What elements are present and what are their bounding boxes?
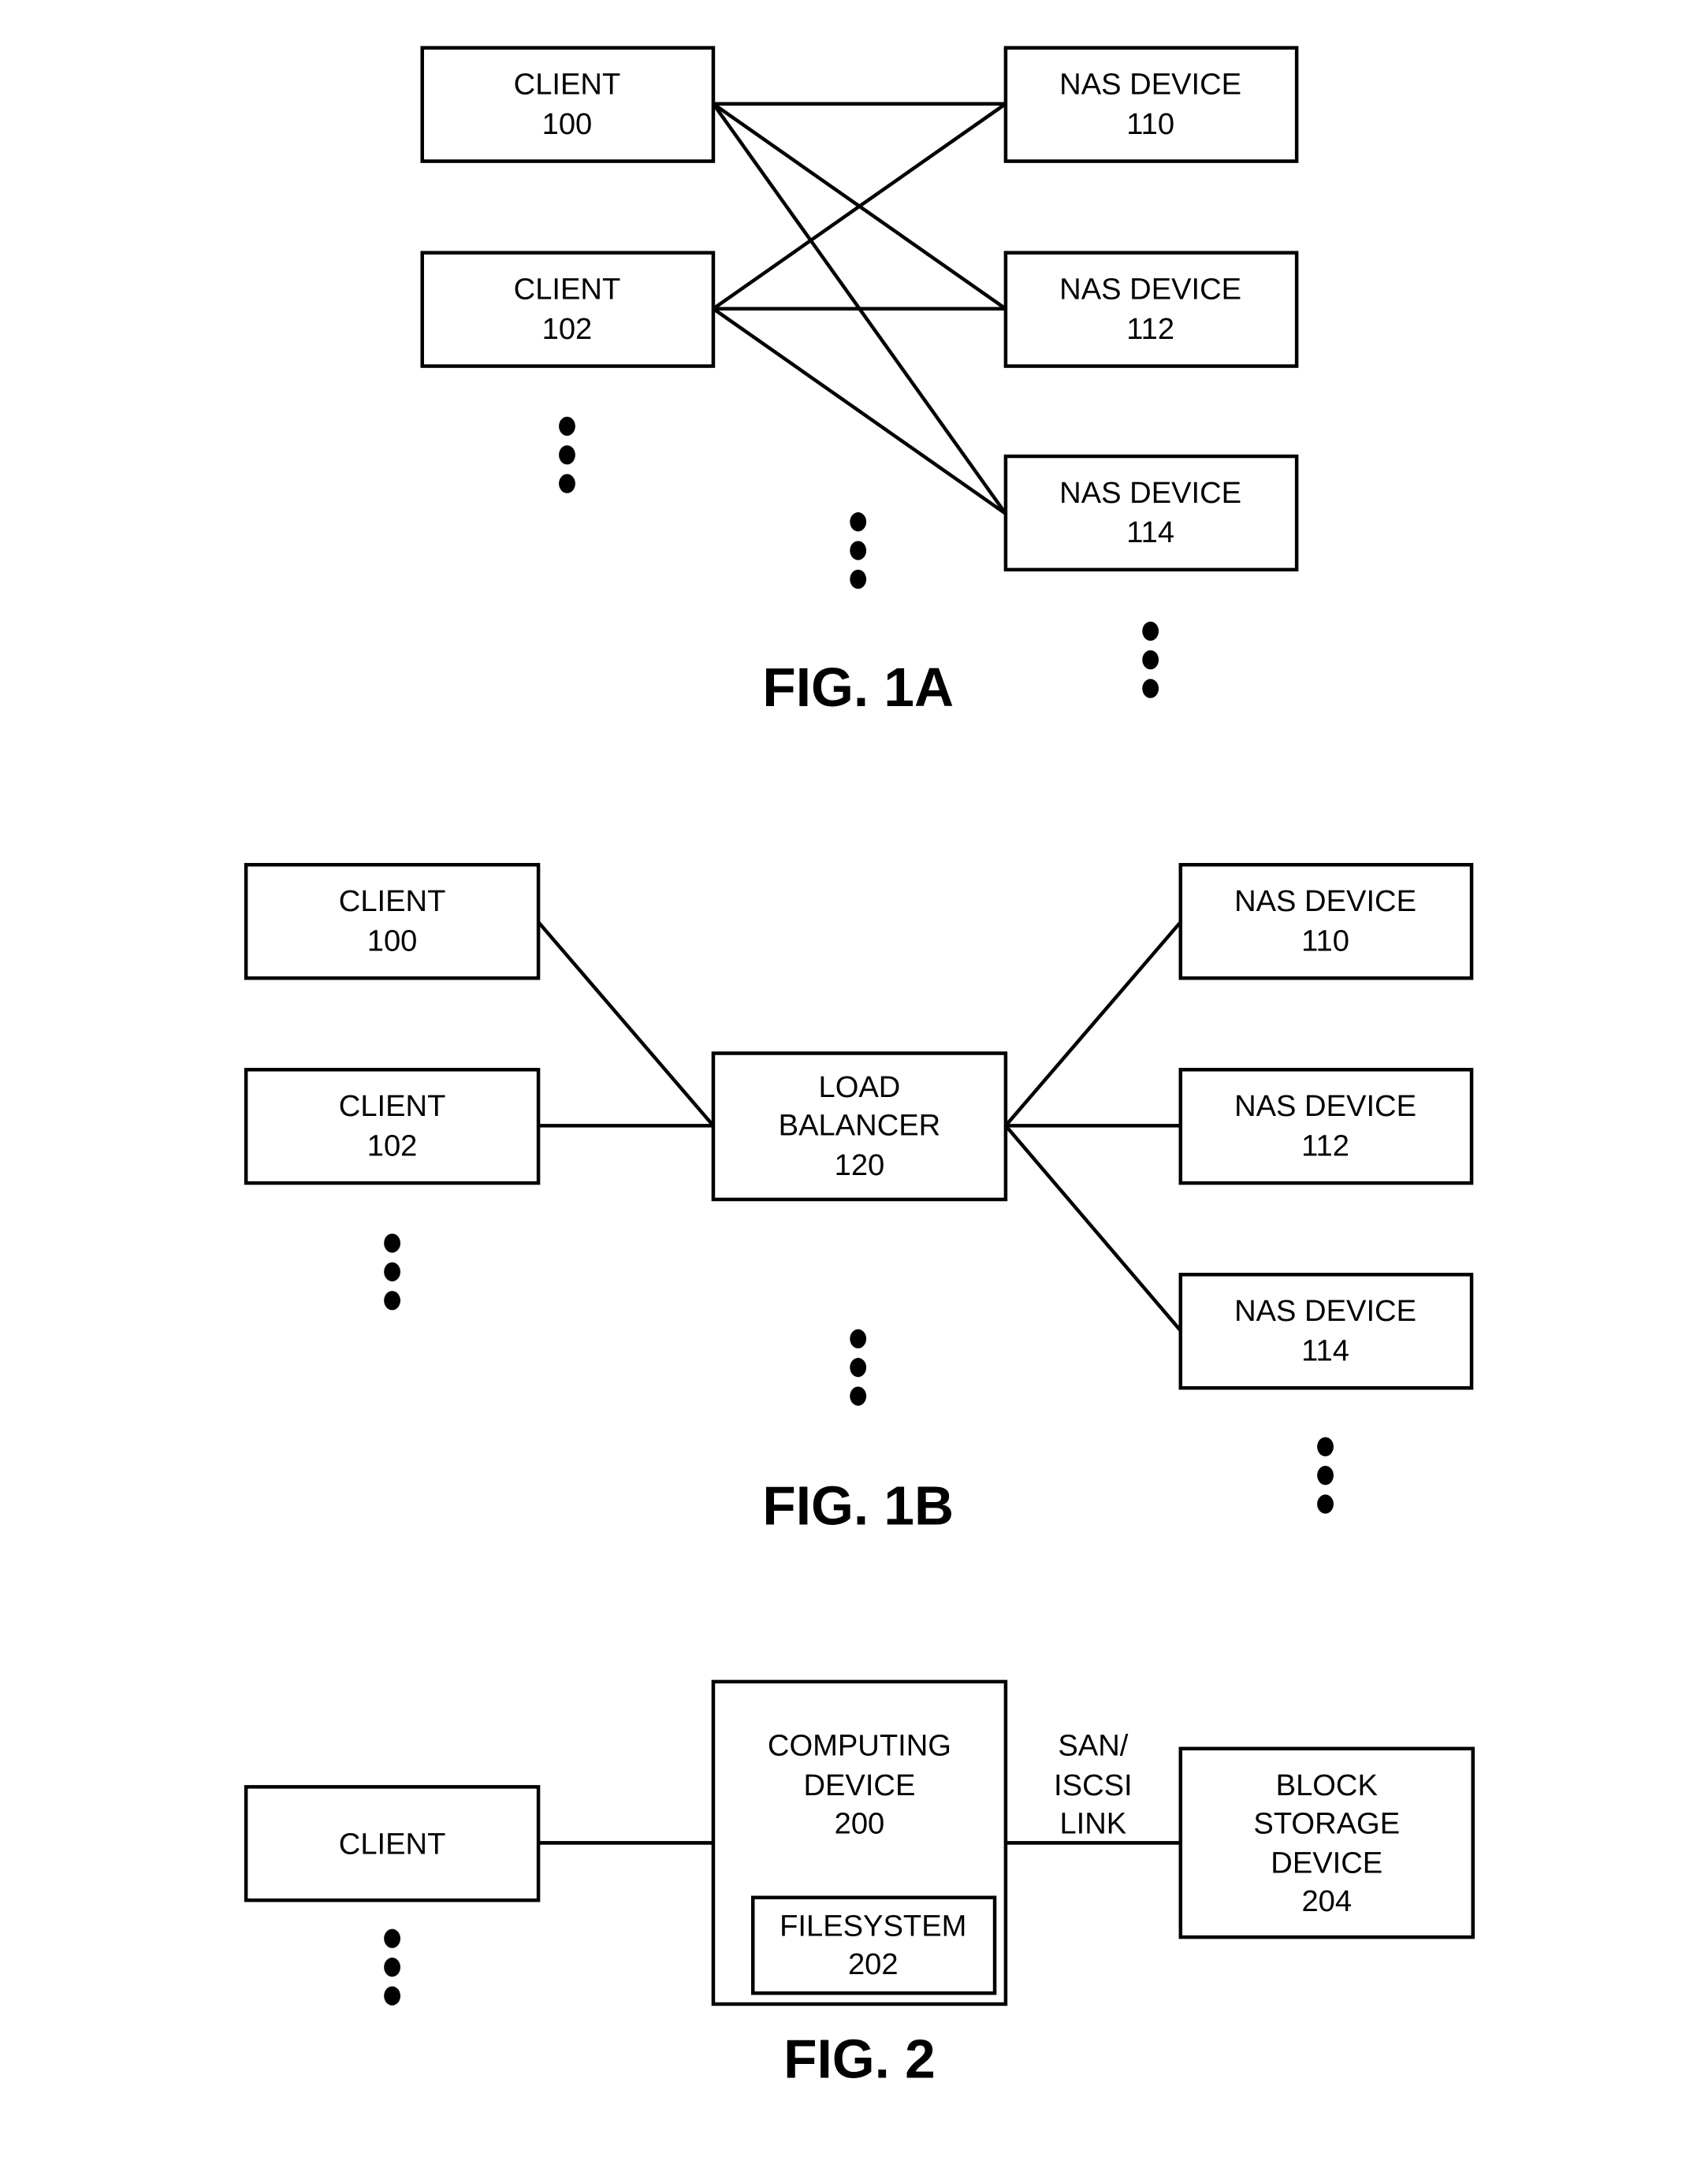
nas-114-box: NAS DEVICE 114	[1003, 454, 1299, 572]
client-100-box: CLIENT 100	[420, 46, 716, 163]
storage-number: 204	[1301, 1884, 1352, 1918]
fig-2: CLIENT COMPUTING DEVICE 200 FILESYSTEM 2…	[244, 1679, 1475, 2090]
nas-114-box: NAS DEVICE 114	[1178, 1273, 1474, 1390]
storage-label-1: BLOCK	[1276, 1768, 1378, 1802]
client-box: CLIENT	[244, 1785, 541, 1902]
client-number: 100	[542, 107, 593, 141]
ellipsis-clients	[559, 416, 575, 493]
ellipsis-clients	[384, 1233, 400, 1311]
link-lb-n114	[1004, 1124, 1182, 1332]
balancer-label-2: BALANCER	[779, 1109, 941, 1143]
filesystem-label: FILESYSTEM	[780, 1909, 966, 1943]
nas-label: NAS DEVICE	[1059, 476, 1241, 510]
client-label: CLIENT	[514, 68, 621, 102]
block-storage-device-box: BLOCK STORAGE DEVICE 204	[1178, 1746, 1475, 1939]
storage-label-2: STORAGE	[1253, 1806, 1400, 1840]
client-label: CLIENT	[339, 884, 446, 918]
load-balancer-box: LOAD BALANCER 120	[711, 1051, 1008, 1202]
client-label: CLIENT	[339, 1089, 446, 1123]
nas-110-box: NAS DEVICE 110	[1178, 863, 1474, 980]
link-c102-n114	[712, 307, 1007, 515]
link-label-1: SAN/	[1058, 1728, 1128, 1762]
balancer-number: 120	[835, 1148, 885, 1182]
link-lb-n110	[1004, 920, 1182, 1127]
client-102-box: CLIENT 102	[244, 1068, 541, 1185]
link-c100-lb	[537, 920, 715, 1127]
nas-112-box: NAS DEVICE 112	[1003, 251, 1299, 368]
client-number: 100	[367, 924, 418, 958]
client-label: CLIENT	[514, 273, 621, 307]
nas-label: NAS DEVICE	[1234, 1294, 1416, 1328]
link-label-3: LINK	[1059, 1806, 1126, 1840]
computing-label-1: COMPUTING	[768, 1728, 951, 1762]
san-iscsi-link-label: SAN/ ISCSI LINK	[1054, 1728, 1133, 1840]
nas-number: 110	[1126, 107, 1174, 141]
nas-112-box: NAS DEVICE 112	[1178, 1068, 1474, 1185]
ellipsis-links	[850, 512, 867, 589]
filesystem-number: 202	[848, 1947, 899, 1981]
nas-label: NAS DEVICE	[1234, 884, 1416, 918]
client-100-box: CLIENT 100	[244, 863, 541, 980]
figure-caption: FIG. 2	[783, 2029, 936, 2090]
ellipsis-nas	[1142, 621, 1159, 698]
client-102-box: CLIENT 102	[420, 251, 716, 368]
figure-caption: FIG. 1B	[762, 1475, 954, 1537]
nas-label: NAS DEVICE	[1059, 68, 1241, 102]
figure-caption: FIG. 1A	[762, 656, 954, 718]
link-label-2: ISCSI	[1054, 1768, 1133, 1802]
storage-label-3: DEVICE	[1271, 1846, 1382, 1880]
fig-1a: CLIENT 100 CLIENT 102 NAS DEVICE 110 NAS…	[420, 46, 1299, 718]
computing-device-box: COMPUTING DEVICE 200 FILESYSTEM 202	[711, 1679, 1008, 2006]
balancer-label-1: LOAD	[819, 1070, 901, 1104]
client-label: CLIENT	[339, 1827, 446, 1861]
nas-number: 112	[1301, 1129, 1349, 1163]
ellipsis-clients	[384, 1928, 400, 2006]
nas-number: 110	[1301, 924, 1349, 958]
nas-label: NAS DEVICE	[1059, 273, 1241, 307]
nas-110-box: NAS DEVICE 110	[1003, 46, 1299, 163]
fig-1b: CLIENT 100 CLIENT 102 LOAD BALANCER 120 …	[244, 863, 1474, 1537]
computing-label-2: DEVICE	[803, 1768, 915, 1802]
nas-number: 114	[1126, 515, 1174, 549]
client-number: 102	[367, 1129, 418, 1163]
patent-figures: CLIENT 100 CLIENT 102 NAS DEVICE 110 NAS…	[244, 46, 1475, 2090]
ellipsis-links	[850, 1329, 867, 1406]
nas-number: 112	[1126, 312, 1174, 346]
filesystem-box: FILESYSTEM 202	[750, 1895, 997, 1995]
nas-number: 114	[1301, 1334, 1349, 1368]
computing-number: 200	[835, 1806, 885, 1840]
client-number: 102	[542, 312, 593, 346]
ellipsis-nas	[1317, 1437, 1334, 1514]
nas-label: NAS DEVICE	[1234, 1089, 1416, 1123]
